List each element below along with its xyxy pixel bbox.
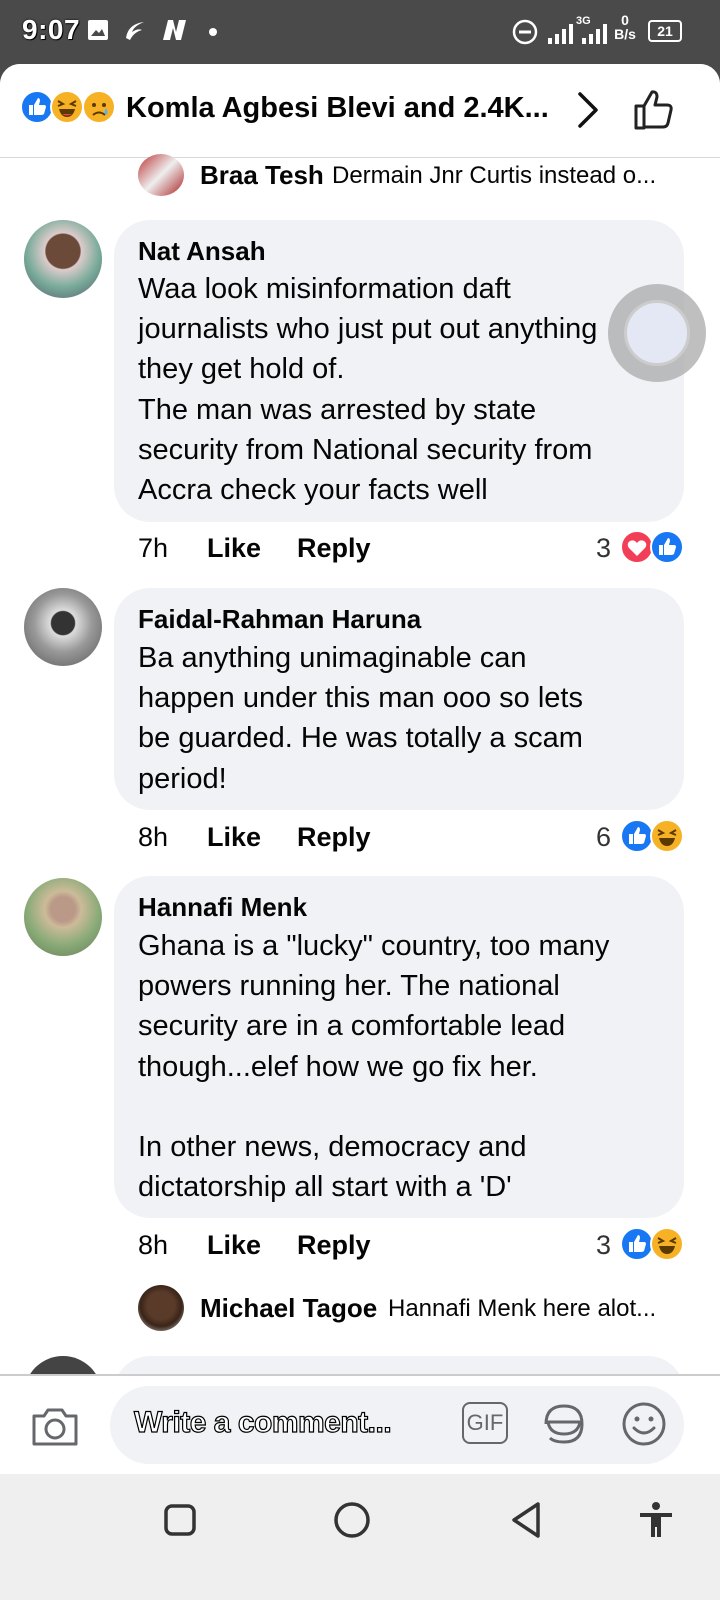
status-bar: 9:07 3G 0 B/s 21 <box>0 0 720 64</box>
home-icon[interactable] <box>332 1500 372 1540</box>
comment-input-placeholder: Write a comment... <box>133 1405 392 1439</box>
comments-header: Komla Agbesi Blevi and 2.4K... <box>0 64 720 158</box>
reply-button[interactable]: Reply <box>297 533 371 564</box>
avatar[interactable] <box>138 1285 184 1331</box>
camera-icon[interactable] <box>30 1404 80 1448</box>
avatar[interactable] <box>24 588 102 666</box>
emoji-icon[interactable] <box>620 1400 668 1448</box>
sticker-icon[interactable] <box>540 1400 588 1448</box>
avatar[interactable] <box>24 878 102 956</box>
like-icon <box>620 819 654 853</box>
like-post-icon[interactable] <box>632 86 678 132</box>
reply-author[interactable]: Braa Tesh <box>200 160 324 191</box>
haha-icon <box>50 90 84 124</box>
data-speed-unit: B/s <box>614 26 636 42</box>
like-button[interactable]: Like <box>207 1230 261 1261</box>
reaction-summary[interactable] <box>20 90 120 126</box>
like-icon <box>650 530 684 564</box>
back-icon[interactable] <box>506 1500 546 1540</box>
gif-button[interactable]: GIF <box>462 1402 508 1444</box>
comment-composer: Write a comment... GIF <box>0 1374 720 1474</box>
love-icon <box>620 530 654 564</box>
dot-icon <box>209 28 217 36</box>
comment-time: 8h <box>138 1230 169 1260</box>
floating-assist-bubble[interactable] <box>608 284 706 382</box>
data-speed: 0 B/s <box>612 12 638 42</box>
data-speed-value: 0 <box>621 12 629 28</box>
like-button[interactable]: Like <box>207 533 261 564</box>
comments-sheet: Komla Agbesi Blevi and 2.4K... Braa Tesh… <box>0 64 720 1474</box>
accessibility-icon[interactable] <box>636 1500 676 1540</box>
comment-text: Waa look misinformation daft journalists… <box>138 273 598 507</box>
reply-button[interactable]: Reply <box>297 822 371 853</box>
sad-icon <box>82 90 116 124</box>
like-button[interactable]: Like <box>207 822 261 853</box>
comment-author[interactable]: Hannafi Menk <box>138 892 307 923</box>
comment-input[interactable]: Write a comment... GIF <box>110 1386 684 1464</box>
comment-text: Ghana is a "lucky" country, too many pow… <box>138 930 610 1204</box>
header-title[interactable]: Komla Agbesi Blevi and 2.4K... <box>126 92 549 125</box>
comment-author[interactable]: Nat Ansah <box>138 236 266 267</box>
reaction-count[interactable]: 3 <box>596 533 611 564</box>
signal-1-icon <box>548 24 573 44</box>
comment-text: Ba anything unimaginable can happen unde… <box>138 642 583 795</box>
haha-icon <box>650 1227 684 1261</box>
like-icon <box>20 90 54 124</box>
avatar[interactable] <box>138 154 184 196</box>
reaction-count[interactable]: 3 <box>596 1230 611 1261</box>
gallery-icon <box>88 20 108 40</box>
reply-snippet[interactable]: Dermain Jnr Curtis instead o... <box>332 162 656 190</box>
system-nav-bar <box>0 1474 720 1600</box>
avatar[interactable] <box>24 220 102 298</box>
app-notification-icon <box>126 22 144 40</box>
reaction-count[interactable]: 6 <box>596 822 611 853</box>
do-not-disturb-icon <box>512 19 538 45</box>
like-icon <box>620 1227 654 1261</box>
signal-2-icon <box>582 24 607 44</box>
haha-icon <box>650 819 684 853</box>
comment-author[interactable]: Faidal-Rahman Haruna <box>138 604 421 635</box>
recents-icon[interactable] <box>160 1500 200 1540</box>
netflix-n-icon <box>163 20 186 40</box>
comment-time: 8h <box>138 822 169 852</box>
status-time: 9:07 <box>22 14 81 45</box>
chevron-right-icon[interactable] <box>574 90 602 130</box>
battery-indicator: 21 <box>648 20 682 42</box>
reply-button[interactable]: Reply <box>297 1230 371 1261</box>
comment-time: 7h <box>138 533 169 563</box>
reply-snippet[interactable]: Hannafi Menk here alot... <box>388 1295 656 1323</box>
reply-author[interactable]: Michael Tagoe <box>200 1293 377 1324</box>
